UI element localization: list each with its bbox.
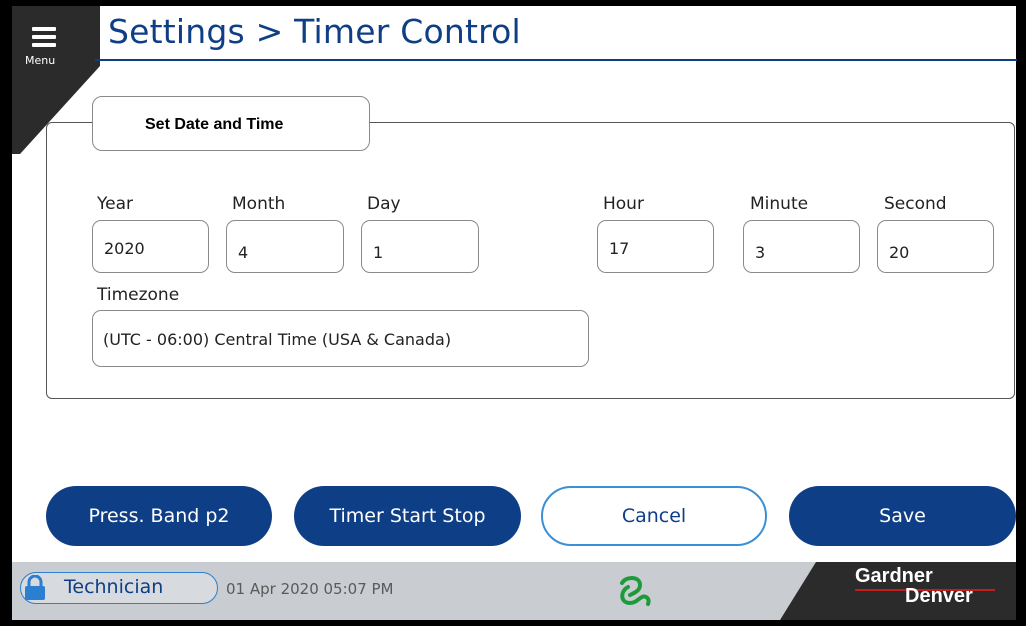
timezone-field[interactable]: (UTC - 06:00) Central Time (USA & Canada…	[92, 310, 589, 367]
second-field[interactable]: 20	[877, 220, 994, 273]
minute-field[interactable]: 3	[743, 220, 860, 273]
current-datetime: 01 Apr 2020 05:07 PM	[226, 580, 394, 598]
timezone-value: (UTC - 06:00) Central Time (USA & Canada…	[103, 330, 452, 349]
save-button[interactable]: Save	[789, 486, 1016, 546]
page-title: Settings > Timer Control	[108, 12, 521, 51]
press-band-button[interactable]: Press. Band p2	[46, 486, 272, 546]
timezone-label: Timezone	[97, 285, 180, 305]
cancel-button[interactable]: Cancel	[541, 486, 767, 546]
group-title-tab: Set Date and Time	[92, 96, 370, 151]
month-label: Month	[232, 194, 286, 214]
day-field[interactable]: 1	[361, 220, 479, 273]
menu-label: Menu	[25, 54, 56, 67]
hour-field[interactable]: 17	[597, 220, 714, 273]
title-underline	[95, 59, 1017, 61]
day-value: 1	[373, 243, 384, 262]
timer-start-stop-button[interactable]: Timer Start Stop	[294, 486, 521, 546]
second-label: Second	[884, 194, 947, 214]
second-value: 20	[889, 243, 910, 262]
minute-value: 3	[755, 243, 766, 262]
lock-icon	[25, 575, 45, 600]
menu-button[interactable]: Menu	[16, 14, 72, 72]
logo-line-1: Gardner	[855, 565, 933, 587]
month-value: 4	[238, 243, 249, 262]
month-field[interactable]: 4	[226, 220, 344, 273]
year-value: 2020	[104, 239, 145, 258]
logo-line-2: Denver	[905, 585, 973, 607]
year-label: Year	[97, 194, 133, 214]
brand-symbol-icon	[620, 576, 651, 606]
user-role-label: Technician	[64, 576, 164, 598]
group-title: Set Date and Time	[145, 116, 284, 133]
hour-value: 17	[609, 239, 630, 258]
minute-label: Minute	[750, 194, 809, 214]
day-label: Day	[367, 194, 401, 214]
hour-label: Hour	[603, 194, 644, 214]
gardner-denver-logo: Gardner Denver	[855, 566, 973, 606]
year-field[interactable]: 2020	[92, 220, 209, 273]
